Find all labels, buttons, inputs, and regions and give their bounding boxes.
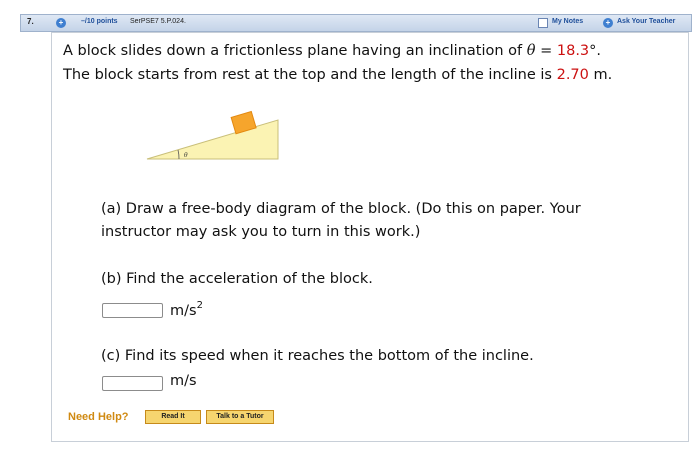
acceleration-answer-input[interactable] [102, 303, 163, 318]
problem-line-2: The block starts from rest at the top an… [63, 67, 613, 83]
ask-teacher-link[interactable]: Ask Your Teacher [617, 18, 675, 25]
read-it-button[interactable]: Read It [145, 410, 201, 424]
part-a-line-2: instructor may ask you to turn in this w… [101, 224, 421, 240]
diagram-theta-label: θ [184, 152, 188, 159]
theta-symbol: θ [526, 43, 536, 59]
part-c-prompt: (c) Find its speed when it reaches the b… [101, 348, 534, 364]
problem-code: SerPSE7 5.P.024. [130, 18, 186, 25]
need-help-label: Need Help? [68, 411, 129, 423]
part-b-prompt: (b) Find the acceleration of the block. [101, 271, 373, 287]
angle-value: 18.3 [556, 43, 590, 59]
question-header: 7. + –/10 points SerPSE7 5.P.024. My Not… [20, 14, 692, 32]
expand-icon[interactable]: + [56, 18, 66, 28]
acceleration-unit: m/s2 [170, 300, 203, 319]
question-number: 7. [27, 17, 34, 26]
speed-unit: m/s [170, 373, 197, 389]
talk-to-tutor-button[interactable]: Talk to a Tutor [206, 410, 274, 424]
length-value: 2.70 [556, 67, 589, 83]
angle-unit: °. [589, 43, 602, 59]
problem-line-1: A block slides down a frictionless plane… [63, 43, 602, 59]
part-a-line-1: (a) Draw a free-body diagram of the bloc… [101, 201, 581, 217]
incline-plane [146, 119, 279, 160]
incline-diagram: θ [146, 110, 279, 160]
my-notes-link[interactable]: My Notes [552, 18, 583, 25]
length-unit: m. [588, 67, 613, 83]
notes-icon[interactable] [538, 18, 548, 28]
points-label: –/10 points [81, 18, 118, 25]
speed-answer-input[interactable] [102, 376, 163, 391]
ask-teacher-icon[interactable]: + [603, 18, 613, 28]
